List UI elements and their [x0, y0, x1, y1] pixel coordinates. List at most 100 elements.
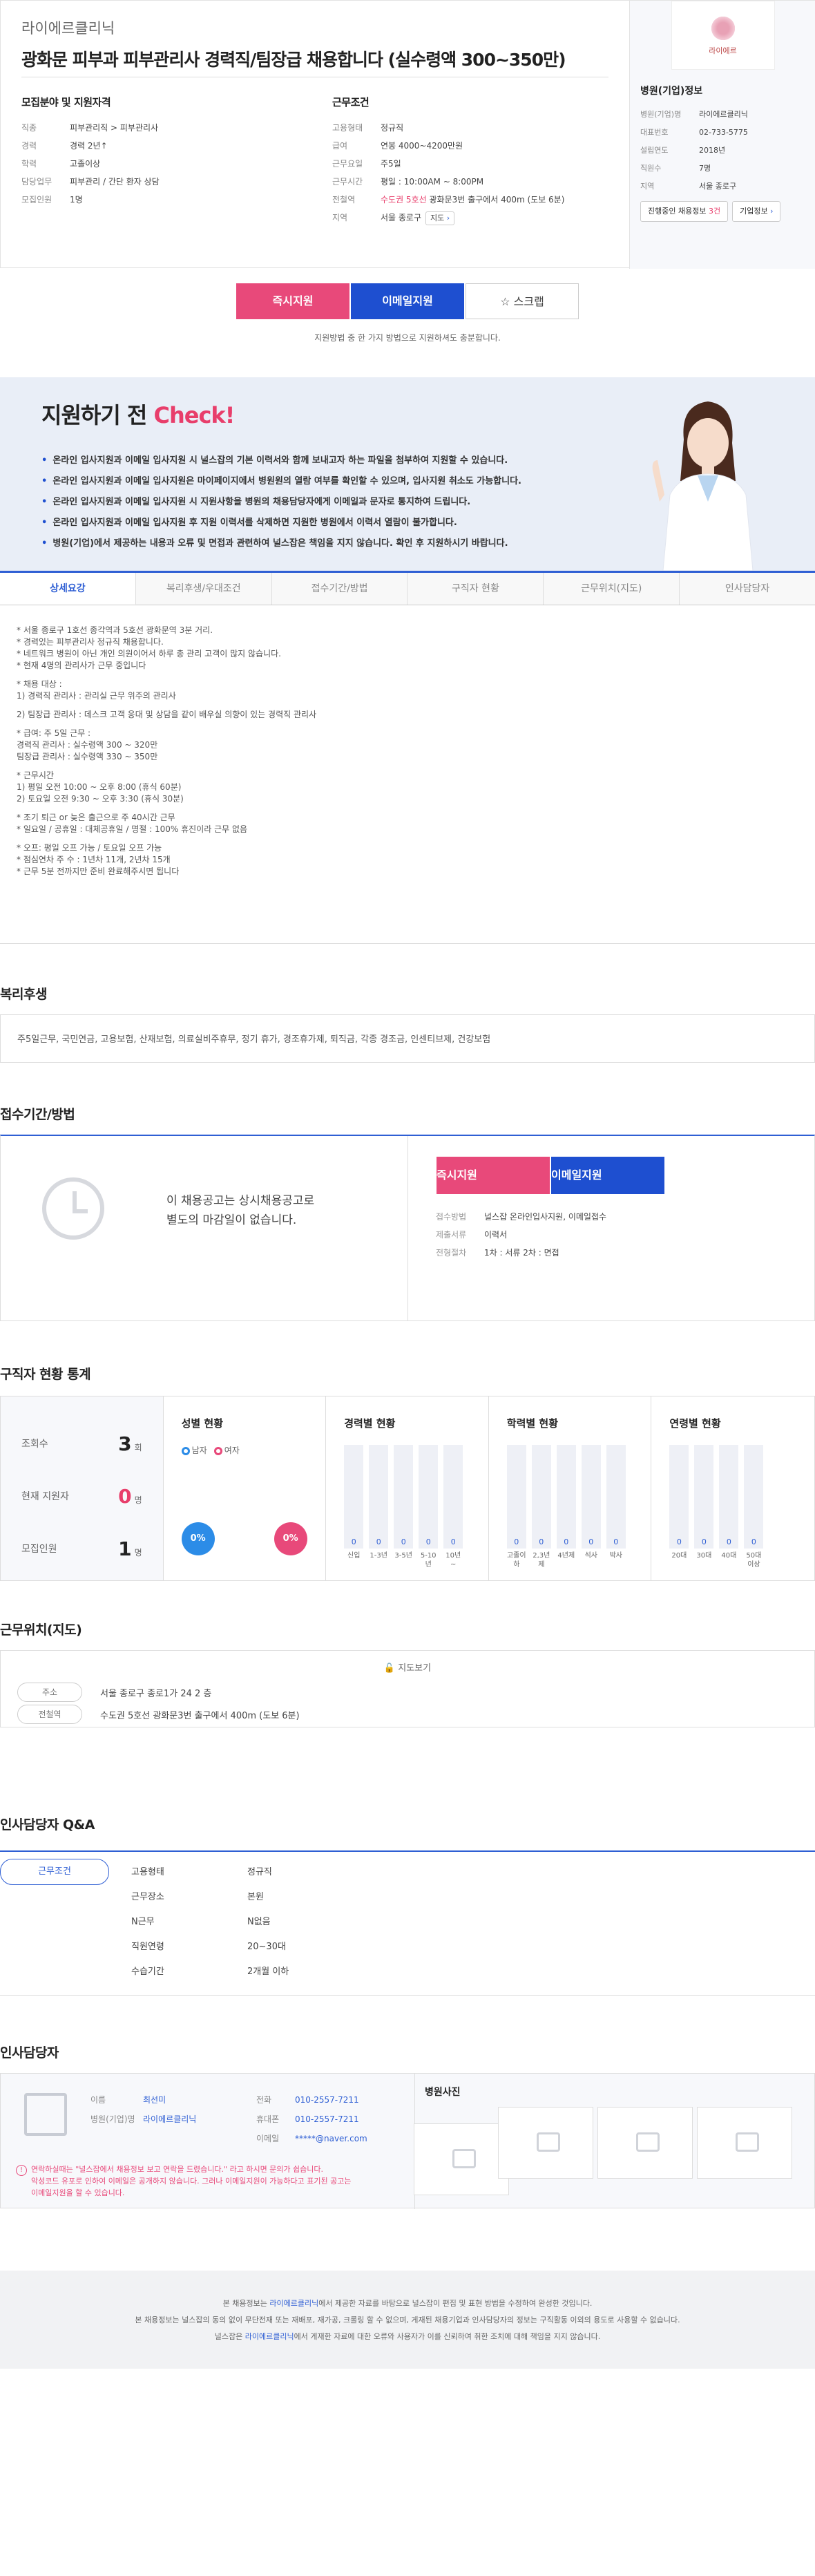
company-name[interactable]: 라이에르클리닉 — [21, 17, 608, 38]
field-label: 이메일 — [256, 2134, 280, 2143]
field-label: 접수방법 — [436, 1212, 467, 1222]
bar: 0 — [443, 1445, 463, 1549]
bar: 0 — [719, 1445, 739, 1549]
apply-note: 지원방법 중 한 가지 방법으로 지원하셔도 충분합니다. — [314, 333, 501, 343]
photo-placeholder-icon[interactable] — [498, 2107, 593, 2179]
company-sidebar: 라이에르 병원(기업)정보 병원(기업)명 라이에르클리닉 대표번호 02-733-… — [629, 1, 815, 269]
logo-mark-icon — [709, 15, 737, 42]
job-title: 광화문 피부과 피부관리사 경력직/팀장급 채용합니다 (실수령액 300~35… — [21, 50, 566, 70]
field-value: 라이에르클리닉 — [699, 110, 748, 119]
bar: 0 — [394, 1445, 414, 1549]
female-percent: 0% — [274, 1522, 307, 1555]
stats-title: 구직자 현황 통계 — [0, 1367, 91, 1382]
photo-placeholder-icon[interactable] — [414, 2123, 509, 2195]
contact-warning: 연락하실때는 "널스잡에서 채용정보 보고 연락을 드렸습니다." 라고 하시면… — [16, 2163, 403, 2199]
stats-summary: 조회수 3 회 현재 지원자 0 명 모집인원 1 명 — [1, 1396, 164, 1580]
field-value: 연봉 4000~4200만원 — [381, 141, 463, 151]
bar-value: 0 — [376, 1537, 381, 1546]
qa-value: 본원 — [247, 1892, 264, 1902]
bar-label: 50대이상 — [746, 1552, 762, 1569]
field-label: 병원(기업)명 — [90, 2114, 135, 2124]
field-label: 전화 — [256, 2095, 272, 2105]
field-value: 피부관리 / 간단 환자 상담 — [70, 177, 160, 187]
career-bars: 0 신입 0 1-3년 0 3-5년 0 5-10년 0 10년~ — [344, 1445, 463, 1569]
map-button-label: 지도 — [430, 214, 445, 222]
tab-welfare[interactable]: 복리후생/우대조건 — [135, 573, 272, 605]
qa-value: 2개월 이하 — [247, 1967, 289, 1977]
footer-text: 본 채용정보는 — [222, 2299, 270, 2308]
bar: 0 — [694, 1445, 714, 1549]
bar-value: 0 — [425, 1537, 431, 1546]
field-value: 1차 : 서류 2차 : 면접 — [484, 1248, 559, 1258]
manager-mobile[interactable]: 010-2557-7211 — [295, 2110, 359, 2129]
bar: 0 — [669, 1445, 689, 1549]
job-header: 라이에르클리닉 광화문 피부과 피부관리사 경력직/팀장급 채용합니다 (실수령… — [0, 0, 815, 269]
view-map-button[interactable]: 🔓 지도보기 — [1, 1660, 814, 1674]
tab-manager[interactable]: 인사담당자 — [680, 573, 815, 605]
field-value: 고졸이상 — [70, 159, 101, 169]
conditions-section: 근무조건 고용형태 정규직 급여 연봉 4000~4200만원 근무요일 주5일 근무… — [332, 95, 608, 227]
footer-text: 에서 제공한 자료를 바탕으로 널스잡이 편집 및 표현 방법을 수정하여 완성… — [318, 2299, 593, 2308]
qa-label: 근무장소 — [131, 1892, 164, 1902]
qa-label: 직원연령 — [131, 1942, 164, 1952]
company-info-label: 기업정보 — [740, 207, 768, 216]
email-apply-button[interactable]: 이메일지원 — [551, 1157, 664, 1194]
scrap-button[interactable]: ☆ 스크랩 — [466, 283, 579, 319]
bar: 0 — [419, 1445, 439, 1549]
nurse-illustration — [652, 401, 754, 571]
check-banner: 지원하기 전 Check! 온라인 입사지원과 이메일 입사지원 시 널스잡의 … — [0, 377, 815, 571]
qualification-section: 모집분야 및 지원자격 직종 피부관리직 > 피부관리사 경력 경력 2년↑ 학력 고… — [21, 95, 298, 209]
bar-value: 0 — [401, 1537, 406, 1546]
bar-value: 0 — [450, 1537, 456, 1546]
bar-label: 20대 — [671, 1552, 687, 1560]
field-label: 근무요일 — [332, 159, 363, 169]
tab-work-conditions[interactable]: 근무조건 — [0, 1859, 109, 1885]
footer-company: 라이에르클리닉 — [269, 2299, 319, 2308]
instant-apply-button[interactable]: 즉시지원 — [236, 283, 349, 319]
field-label: 직원수 — [640, 164, 662, 173]
recruit-count: 1 — [118, 1537, 132, 1560]
company-logo[interactable]: 라이에르 — [671, 1, 775, 70]
education-bars: 0 고졸이하 0 2,3년제 0 4년제 0 석사 0 박사 — [506, 1445, 626, 1569]
instant-apply-button[interactable]: 즉시지원 — [437, 1157, 550, 1194]
tab-period[interactable]: 접수기간/방법 — [271, 573, 408, 605]
gender-stats: 성별 현황 남자 여자 0% 0% — [164, 1396, 327, 1580]
detail-paragraph: * 서울 종로구 1호선 종각역과 5호선 광화문역 3분 거리. * 경력있는… — [17, 625, 281, 670]
qa-title: 인사담당자 Q&A — [0, 1817, 95, 1832]
manager-phone[interactable]: 010-2557-7211 — [295, 2090, 359, 2110]
qa-value: N없음 — [247, 1917, 271, 1927]
email-apply-button[interactable]: 이메일지원 — [351, 283, 464, 319]
photo-placeholder-icon[interactable] — [697, 2107, 792, 2179]
bar: 0 — [581, 1445, 601, 1549]
subway-label: 전철역 — [17, 1705, 82, 1724]
period-text: 별도의 마감일이 없습니다. — [166, 1213, 297, 1227]
chevron-right-icon: › — [770, 207, 774, 216]
female-legend-icon — [213, 1446, 222, 1455]
tab-stats[interactable]: 구직자 현황 — [408, 573, 544, 605]
location-title: 근무위치(지도) — [0, 1622, 82, 1638]
bar: 0 — [344, 1445, 364, 1549]
field-label: 지역 — [640, 182, 655, 191]
tab-location[interactable]: 근무위치(지도) — [544, 573, 680, 605]
subway-value: 수도권 5호선 광화문3번 출구에서 400m (도보 6분) — [100, 1710, 300, 1721]
detail-paragraph: * 급여: 주 5일 근무 : 경력직 관리사 : 실수령액 300 ~ 320… — [17, 728, 158, 761]
company-info-button[interactable]: 기업정보 › — [732, 201, 781, 222]
map-button[interactable]: 지도 › — [425, 211, 455, 225]
footer-notice: 본 채용정보는 라이에르클리닉에서 제공한 자료를 바탕으로 널스잡이 편집 및… — [0, 2271, 815, 2369]
welfare-box: 주5일근무, 국민연금, 고용보험, 산재보험, 의료실비주휴무, 정기 휴가,… — [0, 1014, 815, 1063]
bar-value: 0 — [588, 1537, 594, 1546]
field-label: 급여 — [332, 141, 348, 151]
qa-label: N근무 — [131, 1917, 155, 1927]
manager-email: *****@naver.com — [295, 2134, 367, 2143]
bar-label: 10년~ — [445, 1552, 461, 1569]
bar-label: 3-5년 — [394, 1552, 412, 1560]
photo-placeholder-icon[interactable] — [597, 2107, 693, 2179]
qa-value: 20~30대 — [247, 1942, 286, 1952]
qa-label: 수습기간 — [131, 1967, 164, 1977]
ongoing-jobs-button[interactable]: 진행중인 채용정보 3건 — [640, 201, 729, 222]
tab-details[interactable]: 상세요강 — [0, 573, 136, 605]
bar-label: 4년제 — [557, 1552, 575, 1560]
field-value: 이력서 — [484, 1230, 508, 1240]
company-info-heading: 병원(기업)정보 — [640, 86, 703, 97]
period-title: 접수기간/방법 — [0, 1107, 75, 1122]
